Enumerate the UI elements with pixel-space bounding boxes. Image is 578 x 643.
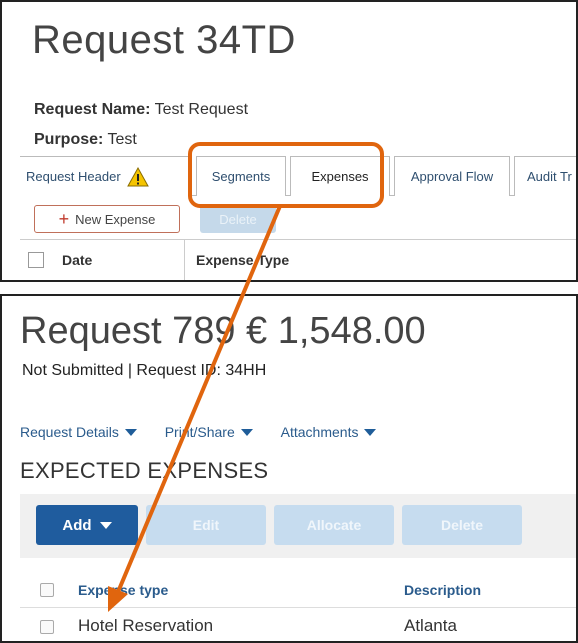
highlight-callout-box: [188, 142, 384, 208]
tab-approval-flow[interactable]: Approval Flow: [394, 156, 510, 196]
request-name-line: Request Name: Test Request: [34, 101, 248, 119]
page-title: Request 34TD: [32, 18, 296, 62]
request-title: Request 789 € 1,548.00: [20, 310, 426, 352]
attachments-menu[interactable]: Attachments: [281, 424, 377, 440]
add-button[interactable]: Add: [36, 505, 138, 545]
print-share-menu[interactable]: Print/Share: [165, 424, 253, 440]
caret-down-icon: [124, 428, 137, 436]
purpose-label: Purpose:: [34, 131, 104, 148]
row-divider: [20, 280, 576, 281]
expected-expenses-toolbar: Add Edit Allocate Delete: [20, 494, 576, 558]
table-row[interactable]: Hotel Reservation Atlanta: [20, 608, 576, 641]
caret-down-icon: [240, 428, 253, 436]
column-expense-type[interactable]: Expense Type: [196, 252, 289, 268]
plus-icon: +: [58, 209, 70, 229]
edit-button[interactable]: Edit: [146, 505, 266, 545]
caret-down-icon: [364, 428, 377, 436]
column-description[interactable]: Description: [404, 582, 481, 598]
expected-expenses-table-header: Expense type Description: [20, 572, 576, 608]
row-expense-type: Hotel Reservation: [78, 616, 214, 635]
column-divider: [184, 240, 185, 280]
column-date[interactable]: Date: [62, 252, 92, 268]
allocate-button[interactable]: Allocate: [274, 505, 394, 545]
request-details-menu[interactable]: Request Details: [20, 424, 137, 440]
attachments-label: Attachments: [280, 424, 359, 440]
warning-icon: [126, 166, 149, 187]
select-all-checkbox[interactable]: [28, 252, 44, 268]
select-all-checkbox[interactable]: [40, 583, 54, 597]
request-nav: Request Details Print/Share Attachments: [20, 424, 400, 440]
request-name-label: Request Name:: [34, 101, 151, 118]
tab-audit-trail[interactable]: Audit Tr: [514, 156, 576, 196]
tab-request-header[interactable]: Request Header: [20, 156, 190, 196]
delete-button[interactable]: Delete: [402, 505, 522, 545]
section-title: EXPECTED EXPENSES: [20, 458, 269, 483]
request-detail-panel: Request 789 € 1,548.00 Not Submitted | R…: [0, 294, 578, 643]
expenses-table-header: Date Expense Type: [20, 240, 576, 280]
request-status: Not Submitted | Request ID: 34HH: [22, 362, 267, 379]
row-checkbox[interactable]: [40, 620, 54, 634]
new-expense-label: New Expense: [75, 211, 156, 227]
request-header-panel: Request 34TD Request Name: Test Request …: [0, 0, 578, 282]
caret-down-icon: [99, 521, 112, 529]
row-description: Atlanta: [404, 616, 457, 635]
delete-button[interactable]: Delete: [200, 205, 276, 233]
request-details-label: Request Details: [20, 424, 119, 440]
column-expense-type[interactable]: Expense type: [78, 582, 168, 598]
purpose-value: Test: [107, 131, 137, 148]
print-share-label: Print/Share: [164, 424, 235, 440]
request-name-value: Test Request: [154, 101, 249, 118]
new-expense-button[interactable]: + New Expense: [34, 205, 180, 233]
tab-request-header-label: Request Header: [26, 169, 121, 184]
purpose-line: Purpose: Test: [34, 131, 137, 149]
add-label: Add: [62, 516, 92, 534]
